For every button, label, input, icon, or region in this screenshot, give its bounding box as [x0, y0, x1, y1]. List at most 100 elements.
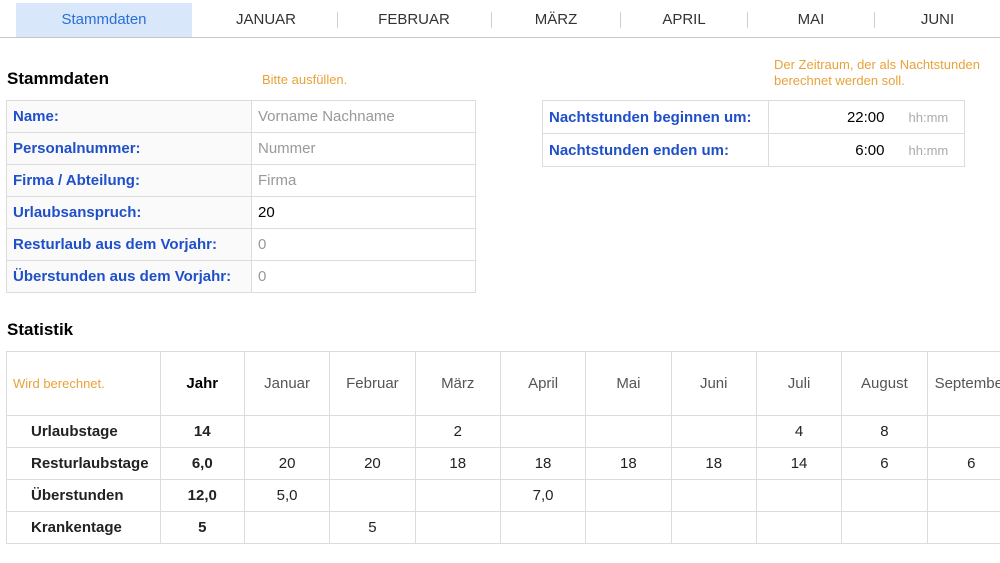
- ueberstunden-vorjahr-field[interactable]: 0: [251, 260, 476, 293]
- month-value-cell: 5,0: [243, 479, 331, 512]
- year-total-cell: 6,0: [159, 447, 245, 480]
- month-value-cell: [670, 479, 757, 512]
- column-header-month: März: [414, 351, 501, 416]
- section-title-statistik: Statistik: [7, 320, 74, 339]
- night-hint-line: berechnet werden soll.: [774, 73, 905, 88]
- table-row: Überstunden 12,0 5,0 7,0: [6, 479, 1000, 512]
- table-row: Urlaubstage 14 2 4 8: [6, 415, 1000, 448]
- month-value-cell: [585, 479, 672, 512]
- month-value-cell: 14: [755, 447, 843, 480]
- night-hours-table: Nachtstunden beginnen um: 22:00 hh:mm Na…: [542, 100, 965, 167]
- stammdaten-table: Name: Vorname Nachname Personalnummer: N…: [6, 100, 476, 293]
- table-row: Name: Vorname Nachname: [6, 100, 476, 133]
- year-total-cell: 14: [159, 415, 245, 448]
- month-value-cell: [499, 511, 587, 544]
- month-value-cell: [926, 511, 1000, 544]
- table-row: Resturlaubstage 6,0 20 20 18 18 18 18 14 6 6: [6, 447, 1000, 480]
- field-label: Überstunden aus dem Vorjahr:: [6, 260, 252, 293]
- table-row: Nachtstunden beginnen um: 22:00 hh:mm: [542, 100, 965, 134]
- urlaubsanspruch-field[interactable]: 20: [251, 196, 476, 229]
- section-title-stammdaten: Stammdaten: [7, 69, 110, 88]
- row-label: Resturlaubstage: [6, 447, 161, 480]
- table-header-row: Wird berechnet. Jahr Januar Februar März…: [6, 351, 1000, 416]
- month-value-cell: [414, 511, 501, 544]
- time-format-hint: hh:mm: [890, 133, 965, 167]
- month-value-cell: 18: [670, 447, 757, 480]
- resturlaub-field[interactable]: 0: [251, 228, 476, 261]
- tab-februar[interactable]: FEBRUAR: [338, 3, 490, 37]
- field-label: Name:: [6, 100, 252, 133]
- month-value-cell: 6: [926, 447, 1000, 480]
- column-header-month: Januar: [243, 351, 331, 416]
- month-value-cell: [755, 479, 843, 512]
- table-row: Nachtstunden enden um: 6:00 hh:mm: [542, 133, 965, 167]
- statistik-table: Wird berechnet. Jahr Januar Februar März…: [6, 351, 1000, 544]
- year-total-cell: 12,0: [159, 479, 245, 512]
- month-value-cell: 20: [243, 447, 331, 480]
- column-header-month: Februar: [329, 351, 416, 416]
- month-value-cell: [585, 511, 672, 544]
- month-value-cell: [926, 415, 1000, 448]
- month-value-cell: [670, 511, 757, 544]
- column-header-month: Juni: [670, 351, 757, 416]
- column-header-month: Juli: [755, 351, 843, 416]
- row-label: Krankentage: [6, 511, 161, 544]
- month-value-cell: 8: [841, 415, 928, 448]
- field-label: Nachtstunden enden um:: [542, 133, 769, 167]
- month-value-cell: [329, 479, 416, 512]
- month-value-cell: [243, 511, 331, 544]
- column-header-year: Jahr: [159, 351, 245, 416]
- month-value-cell: 7,0: [499, 479, 587, 512]
- month-value-cell: 2: [414, 415, 501, 448]
- tab-juni[interactable]: JUNI: [875, 3, 1000, 37]
- month-value-cell: [329, 415, 416, 448]
- column-header-month: August: [841, 351, 928, 416]
- fill-in-hint: Bitte ausfüllen.: [262, 72, 348, 87]
- row-label: Urlaubstage: [6, 415, 161, 448]
- field-label: Nachtstunden beginnen um:: [542, 100, 769, 134]
- month-value-cell: 4: [755, 415, 843, 448]
- year-total-cell: 5: [159, 511, 245, 544]
- month-value-cell: [755, 511, 843, 544]
- field-label: Urlaubsanspruch:: [6, 196, 252, 229]
- row-label: Überstunden: [6, 479, 161, 512]
- table-row: Überstunden aus dem Vorjahr: 0: [6, 260, 476, 293]
- month-value-cell: 18: [499, 447, 587, 480]
- night-start-time-field[interactable]: 22:00: [768, 100, 891, 134]
- night-hours-hint: Der Zeitraum, der als Nachtstunden berec…: [774, 57, 980, 89]
- tab-mai[interactable]: MAI: [748, 3, 874, 37]
- month-value-cell: [414, 479, 501, 512]
- field-label: Personalnummer:: [6, 132, 252, 165]
- computed-hint: Wird berechnet.: [6, 351, 161, 416]
- table-row: Firma / Abteilung: Firma: [6, 164, 476, 197]
- tab-maerz[interactable]: MÄRZ: [492, 3, 620, 37]
- month-value-cell: [243, 415, 331, 448]
- month-value-cell: 20: [329, 447, 416, 480]
- table-row: Urlaubsanspruch: 20: [6, 196, 476, 229]
- table-row: Personalnummer: Nummer: [6, 132, 476, 165]
- table-row: Krankentage 5 5: [6, 511, 1000, 544]
- month-tab-bar: Stammdaten JANUAR FEBRUAR MÄRZ APRIL MAI…: [0, 0, 1000, 38]
- month-value-cell: [670, 415, 757, 448]
- tab-stammdaten[interactable]: Stammdaten: [16, 3, 192, 37]
- night-hint-line: Der Zeitraum, der als Nachtstunden: [774, 57, 980, 72]
- month-value-cell: [585, 415, 672, 448]
- month-value-cell: 5: [329, 511, 416, 544]
- time-format-hint: hh:mm: [890, 100, 965, 134]
- tab-januar[interactable]: JANUAR: [196, 3, 336, 37]
- month-value-cell: [926, 479, 1000, 512]
- month-value-cell: 6: [841, 447, 928, 480]
- month-value-cell: [841, 511, 928, 544]
- field-label: Firma / Abteilung:: [6, 164, 252, 197]
- month-value-cell: [499, 415, 587, 448]
- tab-april[interactable]: APRIL: [621, 3, 747, 37]
- month-value-cell: 18: [585, 447, 672, 480]
- column-header-month: September: [926, 351, 1000, 416]
- night-end-time-field[interactable]: 6:00: [768, 133, 891, 167]
- firma-field[interactable]: Firma: [251, 164, 476, 197]
- field-label: Resturlaub aus dem Vorjahr:: [6, 228, 252, 261]
- column-header-month: Mai: [585, 351, 672, 416]
- personalnummer-field[interactable]: Nummer: [251, 132, 476, 165]
- name-field[interactable]: Vorname Nachname: [251, 100, 476, 133]
- column-header-month: April: [499, 351, 587, 416]
